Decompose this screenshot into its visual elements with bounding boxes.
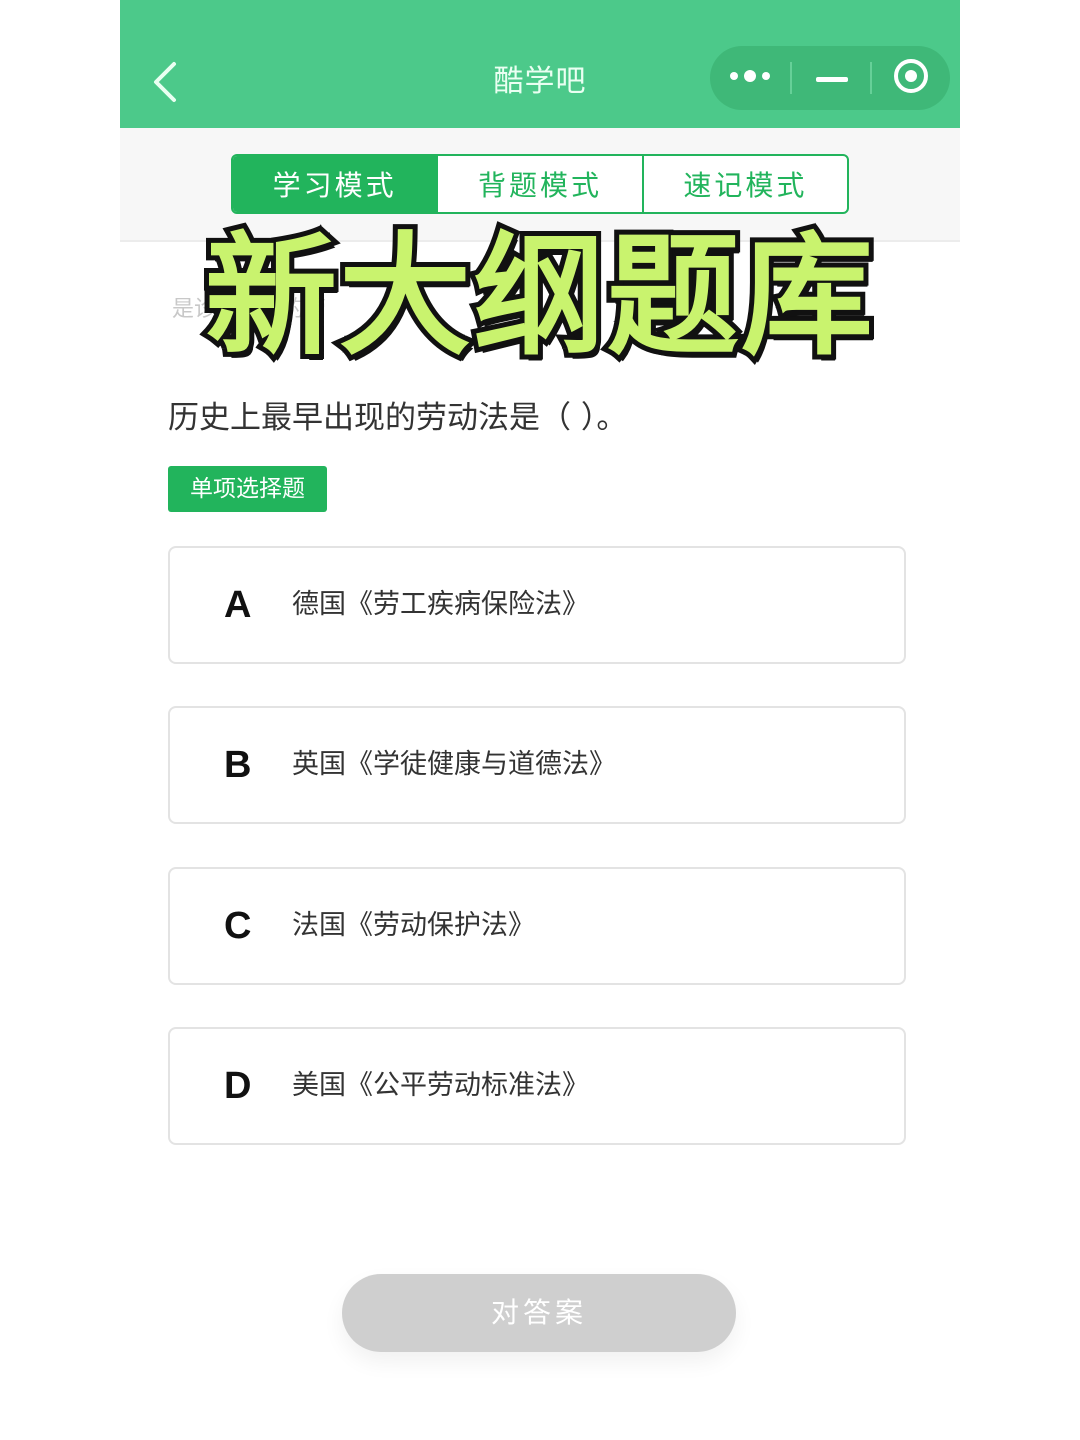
option-d[interactable]: D 美国《公平劳动标准法》 [168, 1027, 906, 1145]
question-type-badge: 单项选择题 [168, 466, 327, 512]
option-c[interactable]: C 法国《劳动保护法》 [168, 867, 906, 985]
close-button[interactable] [872, 46, 950, 110]
option-text: 美国《公平劳动标准法》 [292, 1070, 589, 1101]
more-button[interactable] [710, 46, 790, 110]
mode-tabs: 学习模式 背题模式 速记模式 [231, 154, 849, 214]
option-text: 英国《学徒健康与道德法》 [292, 749, 616, 780]
option-letter: C [224, 905, 252, 947]
option-a[interactable]: A 德国《劳工疾病保险法》 [168, 546, 906, 664]
more-dots-icon [728, 66, 772, 90]
app-header: 酷学吧 [120, 0, 960, 128]
tab-study-mode[interactable]: 学习模式 [233, 156, 437, 212]
option-b[interactable]: B 英国《学徒健康与道德法》 [168, 706, 906, 824]
option-text: 德国《劳工疾病保险法》 [292, 589, 589, 620]
minimize-button[interactable] [792, 46, 872, 110]
tab-recite-mode[interactable]: 背题模式 [436, 156, 641, 212]
option-letter: B [224, 744, 252, 786]
question-text: 历史上最早出现的劳动法是（ ）。 [168, 400, 628, 436]
overlay-headline: 新大纲题库 [200, 215, 878, 379]
option-letter: A [224, 584, 252, 626]
tab-quick-memo-mode[interactable]: 速记模式 [641, 156, 847, 212]
option-letter: D [224, 1065, 252, 1107]
target-circle-icon [891, 56, 931, 100]
option-text: 法国《劳动保护法》 [292, 910, 535, 941]
mini-program-capsule [710, 46, 950, 110]
check-answer-button[interactable]: 对答案 [342, 1274, 736, 1352]
minimize-icon [815, 69, 849, 88]
